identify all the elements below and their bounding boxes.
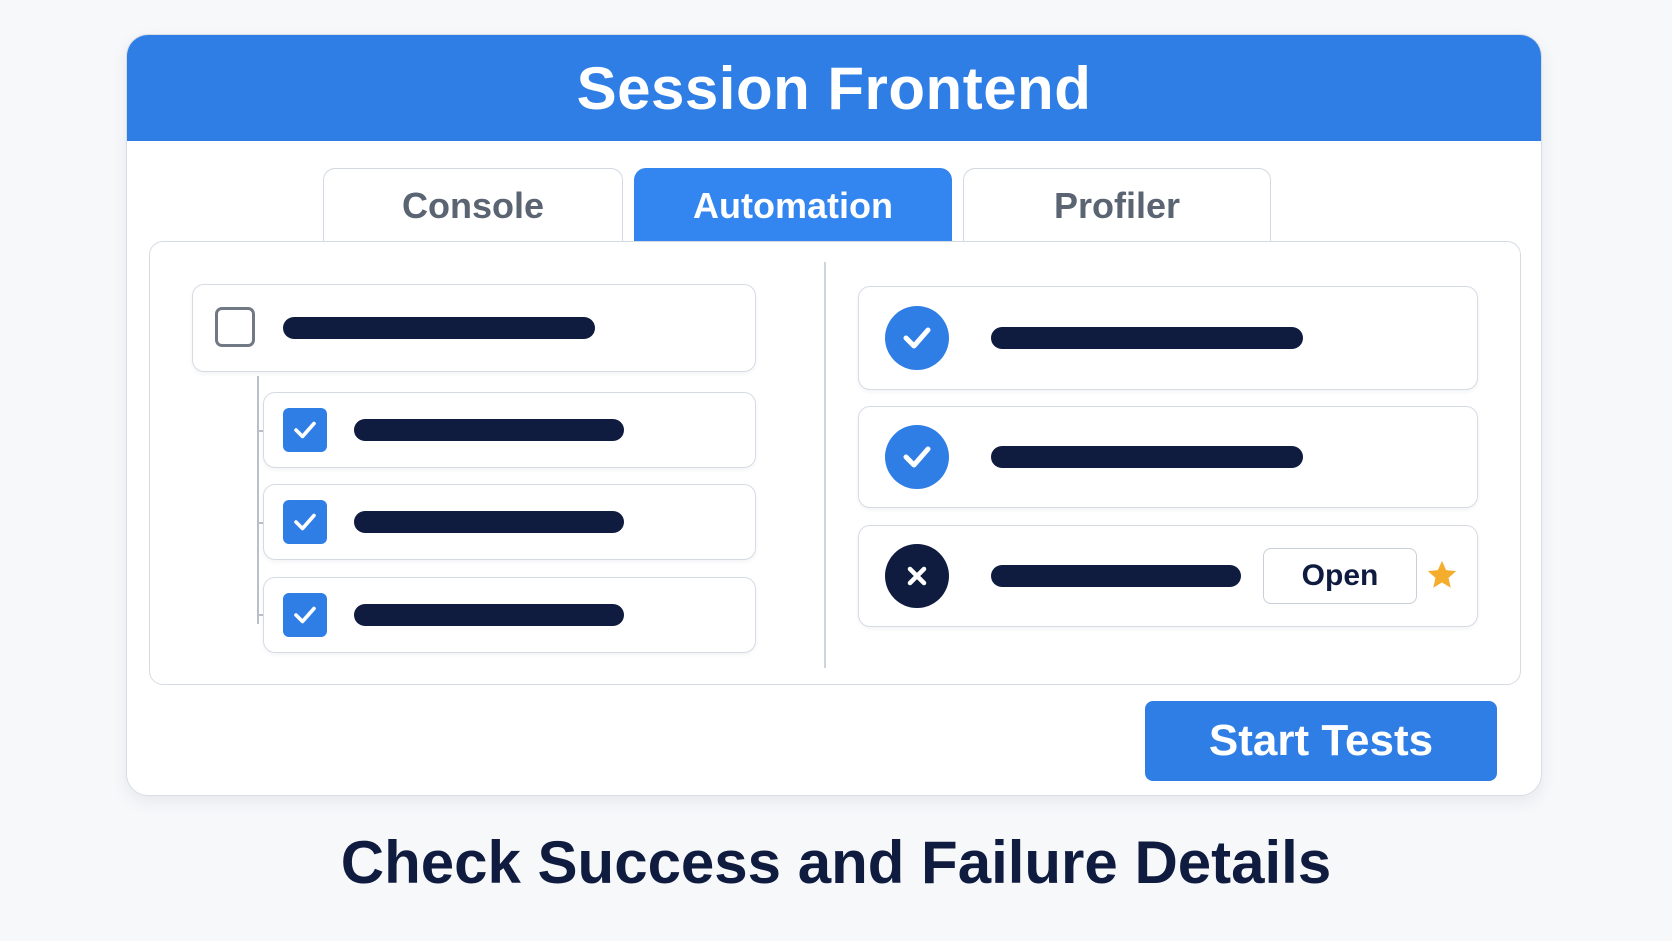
tree-connector bbox=[257, 376, 259, 624]
test-case-row[interactable] bbox=[263, 392, 756, 468]
window-title: Session Frontend bbox=[576, 54, 1092, 122]
window-titlebar: Session Frontend bbox=[127, 35, 1541, 141]
result-label-placeholder bbox=[991, 565, 1241, 587]
tab-profiler[interactable]: Profiler bbox=[963, 168, 1271, 242]
x-icon bbox=[907, 566, 927, 586]
result-row-pass[interactable] bbox=[858, 286, 1478, 390]
automation-panel: Open bbox=[149, 241, 1521, 685]
check-icon bbox=[903, 327, 931, 349]
test-case-row[interactable] bbox=[263, 577, 756, 653]
failure-x-icon bbox=[885, 544, 949, 608]
checkmark-icon bbox=[294, 513, 316, 531]
panel-divider bbox=[824, 262, 826, 668]
test-case-label-placeholder bbox=[354, 604, 624, 626]
caption: Check Success and Failure Details bbox=[340, 829, 1332, 896]
test-case-row[interactable] bbox=[263, 484, 756, 560]
success-check-icon bbox=[885, 306, 949, 370]
star-icon[interactable] bbox=[1425, 558, 1459, 592]
test-case-label-placeholder bbox=[354, 511, 624, 533]
test-group-label-placeholder bbox=[283, 317, 595, 339]
success-check-icon bbox=[885, 425, 949, 489]
checkmark-icon bbox=[294, 421, 316, 439]
open-details-button[interactable]: Open bbox=[1263, 548, 1417, 604]
test-case-label-placeholder bbox=[354, 419, 624, 441]
checkmark-icon bbox=[294, 606, 316, 624]
tab-console[interactable]: Console bbox=[323, 168, 623, 242]
result-row-pass[interactable] bbox=[858, 406, 1478, 508]
result-label-placeholder bbox=[991, 327, 1303, 349]
tab-automation[interactable]: Automation bbox=[634, 168, 952, 242]
test-case-checkbox[interactable] bbox=[283, 408, 327, 452]
session-frontend-window: Session Frontend Console Automation Prof… bbox=[126, 34, 1542, 796]
test-group-row[interactable] bbox=[192, 284, 756, 372]
test-case-checkbox[interactable] bbox=[283, 500, 327, 544]
test-group-checkbox[interactable] bbox=[215, 307, 255, 347]
result-label-placeholder bbox=[991, 446, 1303, 468]
check-icon bbox=[903, 446, 931, 468]
test-case-checkbox[interactable] bbox=[283, 593, 327, 637]
result-row-fail[interactable]: Open bbox=[858, 525, 1478, 627]
start-tests-button[interactable]: Start Tests bbox=[1145, 701, 1497, 781]
